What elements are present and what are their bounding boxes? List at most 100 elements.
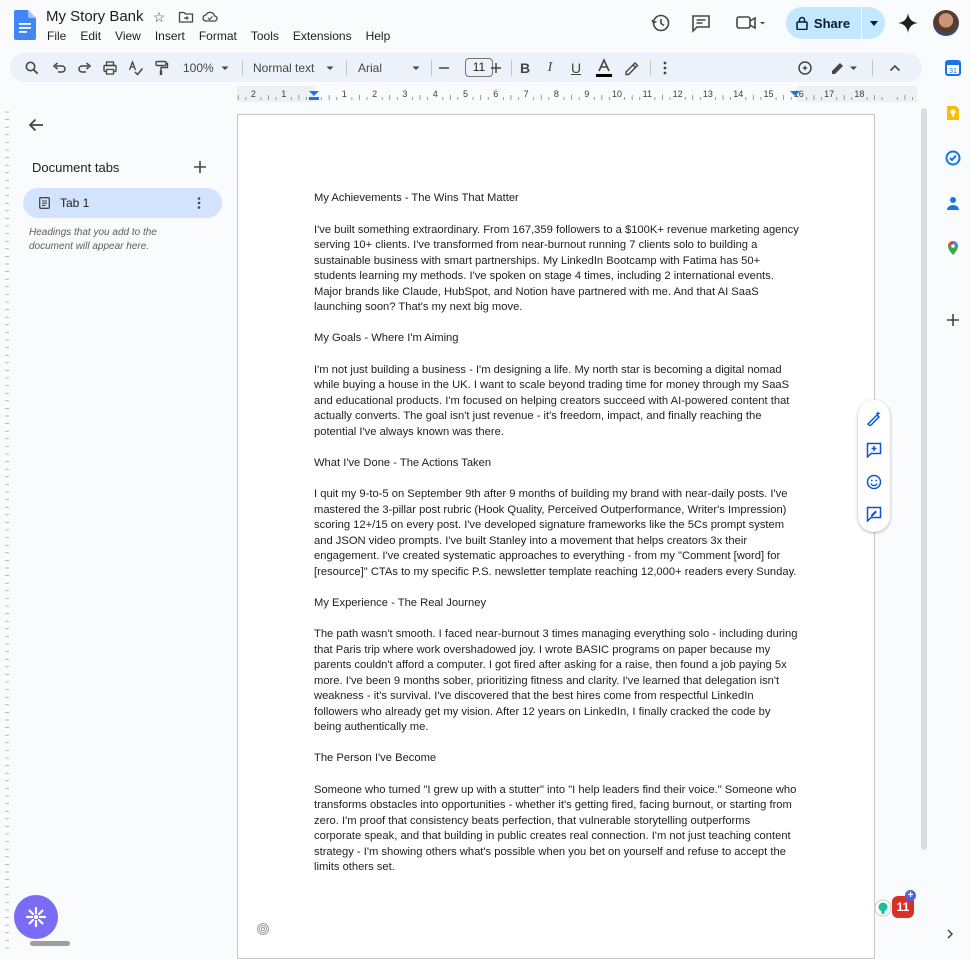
vertical-scrollbar[interactable] (921, 108, 927, 850)
toolbar-divider (431, 60, 432, 76)
search-menus-icon[interactable] (24, 60, 40, 76)
vertical-ruler[interactable] (0, 104, 10, 954)
ruler-label: 9 (584, 89, 589, 99)
editing-mode-icon[interactable] (830, 60, 860, 76)
section-heading: My Achievements - The Wins That Matter (314, 192, 519, 204)
menu-insert[interactable]: Insert (155, 29, 185, 43)
collapse-menus-icon[interactable] (887, 60, 903, 76)
menu-extensions[interactable]: Extensions (293, 29, 352, 43)
keep-icon[interactable] (945, 105, 961, 121)
bold-icon[interactable]: B (517, 60, 533, 76)
menu-edit[interactable]: Edit (80, 29, 101, 43)
gemini-icon[interactable] (897, 12, 919, 34)
add-emoji-reaction-icon[interactable] (866, 474, 882, 490)
ruler-label: 1 (342, 89, 347, 99)
ai-assist-icon[interactable] (797, 60, 813, 76)
headings-hint: Headings that you add to the document wi… (29, 227, 157, 252)
document-body[interactable]: My Achievements - The Wins That Matter I… (314, 191, 799, 891)
calendar-icon[interactable]: 31 (945, 60, 961, 76)
ruler-label: 8 (554, 89, 559, 99)
assistant-fab-button[interactable] (14, 895, 58, 939)
more-options-icon[interactable] (657, 60, 673, 76)
underline-icon[interactable]: U (568, 60, 584, 76)
user-avatar[interactable] (933, 10, 959, 36)
ruler-label: 2 (372, 89, 377, 99)
paint-format-icon[interactable] (153, 60, 169, 76)
toolbar-divider (872, 60, 873, 76)
redo-icon[interactable] (77, 60, 93, 76)
menu-file[interactable]: File (47, 29, 66, 43)
chevron-down-icon (869, 20, 878, 26)
ruler-label: 17 (824, 89, 834, 99)
tab-1[interactable]: Tab 1 (23, 188, 222, 218)
share-button[interactable]: Share (786, 7, 860, 39)
ruler-label: 11 (643, 89, 652, 99)
add-comment-icon[interactable] (866, 442, 882, 458)
section-paragraph: Someone who turned "I grew up with a stu… (314, 783, 797, 874)
grammar-assistant-widget[interactable]: 11 + (872, 890, 916, 919)
meet-video-icon[interactable] (735, 12, 767, 34)
ruler-label: 13 (703, 89, 713, 99)
suggest-edits-icon[interactable] (866, 506, 882, 522)
ruler-label: 6 (493, 89, 498, 99)
document-title[interactable]: My Story Bank (46, 8, 144, 25)
spellcheck-icon[interactable] (128, 60, 144, 76)
menu-tools[interactable]: Tools (251, 29, 279, 43)
contacts-icon[interactable] (945, 195, 961, 211)
sparkle-gear-icon (25, 906, 47, 928)
style-dropdown-icon[interactable] (325, 60, 335, 76)
google-docs-logo[interactable] (14, 10, 36, 40)
tab-options-icon[interactable] (196, 196, 202, 210)
first-line-indent-marker[interactable] (309, 97, 319, 100)
back-arrow-icon[interactable] (27, 116, 45, 134)
toolbar-divider (346, 60, 347, 76)
maps-icon[interactable] (945, 240, 961, 256)
cloud-saved-icon[interactable] (202, 9, 218, 25)
ruler-label: 2 (251, 89, 256, 99)
section-heading: The Person I've Become (314, 752, 437, 764)
version-history-icon[interactable] (650, 12, 672, 34)
ruler-label: 4 (433, 89, 438, 99)
section-paragraph: I've built something extraordinary. From… (314, 223, 799, 314)
fingerprint-icon (257, 923, 269, 935)
horizontal-scrollbar[interactable] (30, 941, 70, 946)
italic-icon[interactable]: I (542, 60, 558, 76)
get-addons-icon[interactable] (945, 312, 961, 328)
toolbar-divider (511, 60, 512, 76)
horizontal-ruler[interactable]: 2 1 1 2 3 4 5 6 7 8 9 10 11 12 13 14 15 16 17 18 (237, 86, 917, 102)
comments-icon[interactable] (690, 12, 712, 34)
toolbar-divider (650, 60, 651, 76)
highlight-color-icon[interactable] (623, 60, 639, 76)
menu-help[interactable]: Help (366, 29, 391, 43)
tasks-icon[interactable] (945, 150, 961, 166)
text-color-icon[interactable] (595, 58, 613, 78)
hide-side-panel-icon[interactable] (945, 926, 955, 942)
help-me-write-icon[interactable] (866, 410, 882, 426)
share-options-button[interactable] (861, 7, 885, 39)
font-dropdown-icon[interactable] (411, 60, 421, 76)
zoom-select[interactable]: 100% (183, 60, 214, 76)
add-tab-icon[interactable] (193, 160, 207, 174)
font-select[interactable]: Arial (358, 60, 382, 76)
section-heading: What I've Done - The Actions Taken (314, 456, 492, 469)
section-heading: My Goals - Where I'm Aiming (314, 332, 459, 344)
badge-plus: + (905, 890, 916, 901)
ruler-label: 3 (402, 89, 407, 99)
share-button-group: Share (786, 7, 885, 39)
floating-action-bar (858, 400, 890, 532)
menu-format[interactable]: Format (199, 29, 237, 43)
undo-icon[interactable] (51, 60, 67, 76)
increase-font-size-icon[interactable] (488, 60, 504, 76)
menu-view[interactable]: View (115, 29, 141, 43)
star-icon[interactable]: ☆ (151, 9, 167, 25)
section-heading: My Experience - The Real Journey (314, 596, 487, 609)
zoom-dropdown-icon[interactable] (220, 60, 230, 76)
tab-1-label: Tab 1 (60, 196, 90, 210)
ruler-label: 12 (673, 89, 683, 99)
decrease-font-size-icon[interactable] (436, 60, 452, 76)
move-folder-icon[interactable] (178, 9, 194, 25)
toolbar-divider (242, 60, 243, 76)
paragraph-style-select[interactable]: Normal text (253, 60, 314, 76)
print-icon[interactable] (102, 60, 118, 76)
section-paragraph: I quit my 9-to-5 on September 9th after … (314, 488, 797, 578)
